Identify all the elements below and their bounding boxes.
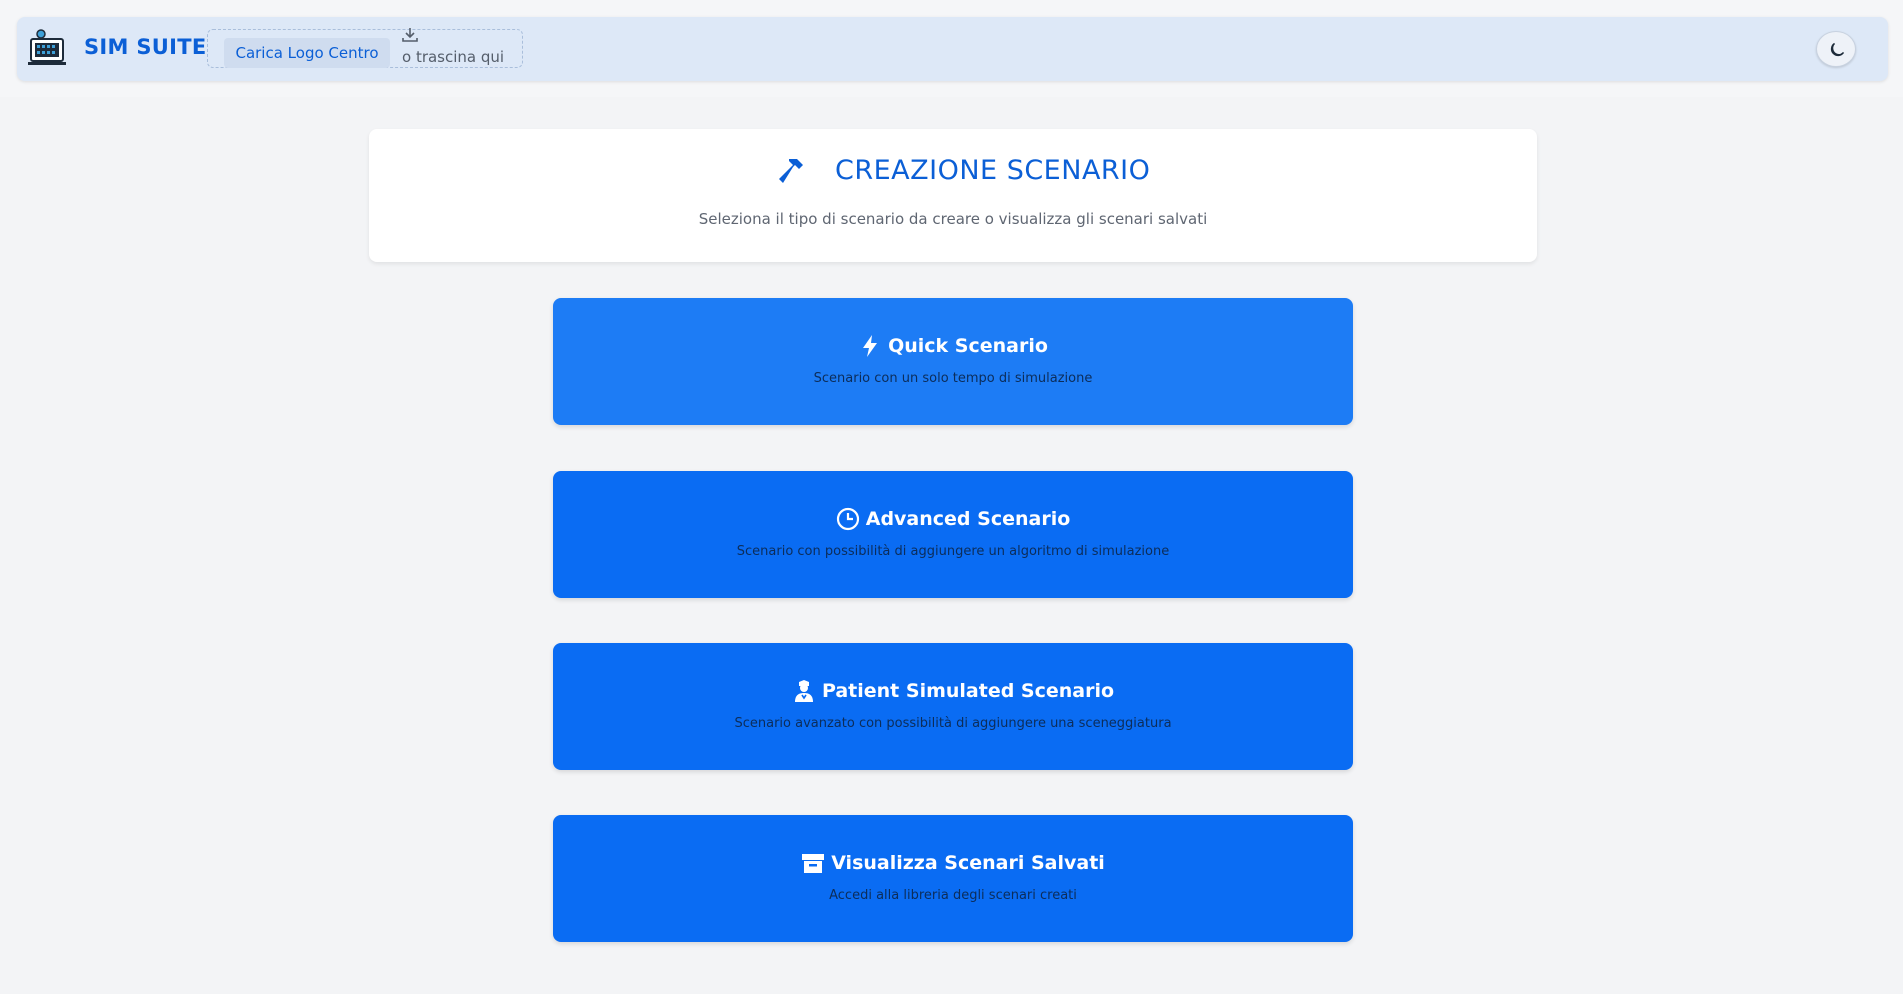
bolt-icon (863, 335, 878, 357)
advanced-scenario-button[interactable]: Advanced Scenario Scenario con possibili… (553, 471, 1353, 598)
brand-title: SIM SUITE (84, 35, 207, 59)
saved-scenarios-button[interactable]: Visualizza Scenari Salvati Accedi alla l… (553, 815, 1353, 942)
option-subtitle: Scenario con un solo tempo di simulazion… (813, 371, 1093, 386)
hospital-monitor-icon (28, 29, 66, 65)
upload-icon (402, 28, 418, 42)
topbar-area: SIM SUITE Carica Logo Centro o trascina … (0, 0, 1903, 97)
header-card: CREAZIONE SCENARIO Seleziona il tipo di … (369, 129, 1537, 262)
drag-hint: o trascina qui (402, 48, 505, 66)
moon-icon (1830, 42, 1845, 57)
option-subtitle: Accedi alla libreria degli scenari creat… (829, 888, 1077, 903)
topbar: SIM SUITE Carica Logo Centro o trascina … (17, 17, 1888, 81)
page-title: CREAZIONE SCENARIO (835, 155, 1151, 186)
page-subtitle: Seleziona il tipo di scenario da creare … (698, 210, 1208, 228)
option-subtitle: Scenario con possibilità di aggiungere u… (736, 544, 1170, 559)
archive-icon (802, 854, 825, 873)
option-title: Quick Scenario (888, 335, 1048, 357)
theme-toggle-button[interactable] (1816, 31, 1856, 67)
upload-logo-button[interactable]: Carica Logo Centro (224, 38, 390, 68)
user-nurse-icon (794, 680, 813, 702)
option-title: Advanced Scenario (865, 508, 1071, 530)
hammer-icon (779, 159, 803, 183)
option-subtitle: Scenario avanzato con possibilità di agg… (734, 716, 1172, 731)
option-title: Visualizza Scenari Salvati (831, 852, 1105, 874)
quick-scenario-button[interactable]: Quick Scenario Scenario con un solo temp… (553, 298, 1353, 425)
patient-simulated-scenario-button[interactable]: Patient Simulated Scenario Scenario avan… (553, 643, 1353, 770)
clock-icon (836, 507, 859, 531)
logo-dropzone[interactable]: Carica Logo Centro o trascina qui (207, 28, 523, 68)
option-title: Patient Simulated Scenario (821, 680, 1115, 702)
